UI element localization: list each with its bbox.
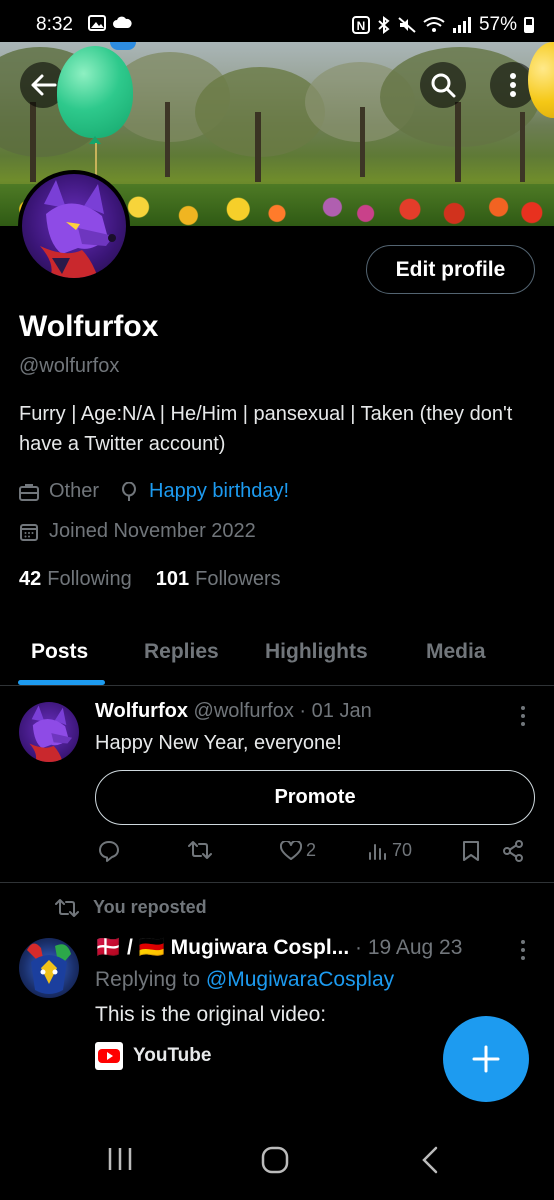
profile-category: Other [49,480,100,502]
joined-row: Joined November 2022 [19,520,256,543]
profile-meta-row: Other Happy birthday! [19,480,289,503]
tweet-header: Wolfurfox @wolfurfox · 01 Jan [95,700,372,723]
profile-bio: Furry | Age:N/A | He/Him | pansexual | T… [19,403,513,455]
tweet-actions: 2 70 [0,838,554,868]
search-icon [431,73,456,98]
status-left-icons [88,15,132,31]
tweet-author-name[interactable]: Wolfurfox [95,700,188,722]
blue-balloon-icon [110,42,136,50]
compose-button[interactable] [443,1016,529,1102]
like-count: 2 [306,840,317,860]
birthday-link[interactable]: Happy birthday! [149,480,289,503]
tab-highlights[interactable]: Highlights [265,640,368,664]
green-balloon-icon [57,46,133,138]
tweet-author-name[interactable]: 🇩🇰 / 🇩🇪 Mugiwara Cospl... [95,936,349,959]
followers-count: 101 [155,568,190,590]
followers-label: Followers [195,568,281,590]
back-arrow-icon [31,74,57,96]
tab-media[interactable]: Media [426,640,486,664]
plus-icon [472,1045,500,1073]
tweet-more-icon[interactable] [520,940,526,960]
bluetooth-icon [378,16,390,34]
youtube-icon [95,1042,123,1070]
tweet-header: 🇩🇰 / 🇩🇪 Mugiwara Cospl... · 19 Aug 23 [95,936,462,960]
follow-stats: 42 Following 101 Followers [19,568,281,591]
retweet-icon [55,898,79,917]
svg-text:N: N [357,19,366,33]
youtube-label: YouTube [133,1045,212,1066]
bookmark-icon [463,841,479,861]
youtube-embed[interactable]: YouTube [95,1042,211,1070]
nfc-icon: N [351,16,370,34]
following-link[interactable]: 42 Following [19,568,132,591]
tweet-date: · 01 Jan [299,700,372,722]
tweet-text: This is the original video: [95,1003,327,1026]
home-icon [261,1146,289,1174]
vertical-ellipsis-icon [510,73,516,97]
mute-icon [398,17,416,33]
signal-icon [452,17,471,33]
following-count: 42 [19,568,42,590]
wifi-icon [423,17,445,32]
tab-replies[interactable]: Replies [144,640,219,664]
profile-tabs: Posts Replies Highlights Media [0,630,554,686]
like-button[interactable]: 2 [280,840,316,861]
repost-label: You reposted [93,897,207,917]
tweet-avatar[interactable] [19,938,79,998]
retweet-icon [188,841,212,859]
reply-icon [99,841,119,862]
tweet-divider [0,882,554,883]
cloud-icon [113,16,132,28]
views-button[interactable]: 70 [368,840,412,861]
joined-date: Joined November 2022 [49,520,256,542]
tab-posts[interactable]: Posts [31,640,88,664]
wolf-avatar-image [29,705,73,762]
recent-apps-button[interactable] [107,1146,133,1177]
search-button[interactable] [420,62,466,108]
battery-percent: 57% [478,14,517,35]
system-nav-bar [0,1126,554,1200]
tweet-more-icon[interactable] [520,706,526,726]
tweet-text: Happy New Year, everyone! [95,732,342,754]
analytics-icon [369,843,386,860]
tweet-author-handle: @wolfurfox [193,700,294,722]
replying-to-link[interactable]: @MugiwaraCosplay [206,968,394,991]
tweet-avatar[interactable] [19,702,79,762]
edit-profile-button[interactable]: Edit profile [366,245,535,294]
promote-button[interactable]: Promote [95,770,535,825]
share-icon [503,840,523,862]
chevron-left-icon [422,1146,438,1174]
recent-apps-icon [108,1148,132,1170]
gallery-icon [88,15,106,31]
profile-name: Wolfurfox [19,310,159,343]
back-nav-button[interactable] [420,1146,440,1179]
tweet-date: · 19 Aug 23 [355,936,463,959]
status-right-icons: N 57% [351,14,534,36]
retweet-button[interactable] [188,840,212,860]
briefcase-icon [19,482,39,502]
profile-handle: @wolfurfox [19,355,120,377]
replying-prefix: Replying to [95,968,201,991]
wolf-avatar-image [40,180,116,278]
reply-button[interactable] [98,840,120,862]
status-bar: 8:32 N 57% [0,0,554,42]
balloon-icon [119,481,139,502]
followers-link[interactable]: 101 Followers [156,568,281,591]
replying-to-row: Replying to @MugiwaraCosplay [95,968,394,992]
calendar-icon [19,522,39,542]
home-button[interactable] [261,1146,289,1179]
bookmark-button[interactable] [462,840,480,862]
heart-icon [280,840,302,860]
share-button[interactable] [502,840,524,862]
active-tab-indicator [18,680,105,685]
status-time: 8:32 [36,14,73,35]
profile-avatar[interactable] [18,170,130,282]
following-label: Following [47,568,132,590]
repost-indicator: You reposted [55,897,207,918]
battery-icon [524,17,534,33]
cosplay-avatar-image [27,943,71,994]
view-count: 70 [392,840,413,860]
